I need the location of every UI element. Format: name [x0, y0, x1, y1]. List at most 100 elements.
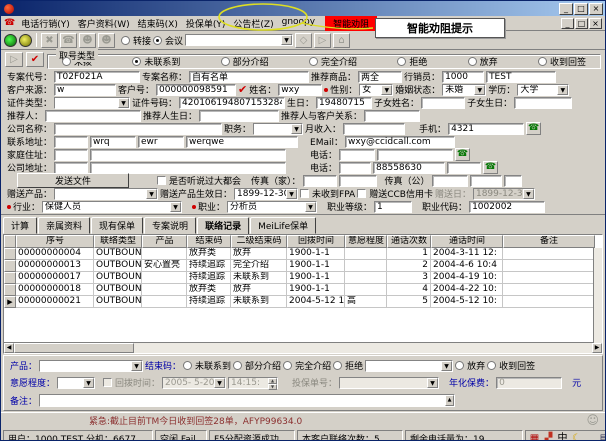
send-file-button[interactable]: 发送文件 [17, 173, 129, 188]
occupation-grade-input[interactable] [374, 201, 412, 213]
gift-effective-date-select[interactable]: 1899-12-30▼ [234, 188, 298, 200]
chevron-down-icon[interactable]: ▼ [557, 85, 568, 95]
chevron-down-icon[interactable]: ▼ [427, 378, 438, 388]
dial-type-radio-部分介绍[interactable]: 部分介绍 [221, 55, 269, 68]
monthly-income-input[interactable] [343, 123, 405, 135]
phone2-input[interactable] [373, 162, 445, 174]
contact-address-2-input[interactable] [90, 136, 136, 148]
conference-radio[interactable]: 会议 [153, 34, 183, 47]
row-selector[interactable] [4, 284, 16, 296]
fax-home-area-input[interactable] [303, 175, 337, 187]
result-full-intro-radio[interactable]: 完全介绍 [283, 359, 331, 372]
phone1-input[interactable] [377, 149, 453, 161]
table-row[interactable]: 00000000013OUTBOUND安心置亮持续追踪完全介绍1900-1-12… [4, 260, 602, 272]
dial-mobile-button[interactable]: ☎ [526, 122, 541, 135]
mdi-restore-button[interactable]: □ [575, 18, 588, 29]
customer-no-input[interactable] [156, 84, 236, 96]
chevron-down-icon[interactable]: ▼ [523, 189, 534, 199]
menu-item-投保单Y[interactable]: 投保单(Y) [182, 16, 230, 31]
gift-date-select[interactable]: 1899-12-30▼ [473, 188, 535, 200]
dial-next-icon[interactable]: ▷ [5, 52, 23, 67]
fpa-not-received-checkbox[interactable]: 未收到FPA [300, 187, 355, 200]
contact-address-3-input[interactable] [138, 136, 184, 148]
tab-联络记录[interactable]: 联络记录 [197, 217, 249, 235]
phone1-area-input[interactable] [339, 149, 375, 161]
remark-textarea[interactable]: ▲ [39, 394, 455, 407]
tray-app-icon[interactable]: ▞ [542, 432, 555, 441]
tray-ime-chinese-icon[interactable]: 中 [556, 432, 569, 441]
grid-col-回拨时间[interactable]: 回拨时间 [287, 235, 345, 248]
contact-address-4-input[interactable] [186, 136, 298, 148]
recommend-product-input[interactable] [358, 71, 402, 83]
dial-type-radio-未联系到[interactable]: 未联系到 [132, 55, 180, 68]
chevron-down-icon[interactable]: ▼ [131, 361, 142, 371]
id-number-input[interactable] [179, 97, 285, 109]
tab-亲属资料[interactable]: 亲属资料 [38, 217, 90, 234]
forward-icon[interactable]: ▷ [314, 33, 331, 48]
chevron-down-icon[interactable]: ▼ [305, 202, 316, 212]
tray-moon-icon[interactable]: ☾ [570, 432, 583, 441]
mobile-input[interactable] [448, 123, 524, 135]
menu-item-gnoopy[interactable]: gnoopy [278, 16, 319, 31]
gift-product-select[interactable]: ▼ [54, 188, 158, 200]
grid-vertical-scrollbar[interactable] [593, 248, 602, 343]
transfer-out-icon[interactable]: ◇ [295, 33, 312, 48]
case-code-input[interactable] [54, 71, 140, 83]
birthday-input[interactable] [316, 97, 372, 109]
table-row[interactable]: ▶00000000021OUTBOUND持续追踪未联系到2004-5-12 1(… [4, 296, 602, 308]
result-not-reached-radio[interactable]: 未联系到 [183, 359, 231, 372]
ccb-card-checkbox[interactable]: 赠送CCB信用卡 [357, 187, 433, 200]
education-select[interactable]: 大学▼ [517, 84, 569, 96]
phone2-ext-input[interactable] [447, 162, 481, 174]
tray-pen-icon[interactable]: ˏ [584, 432, 597, 441]
fax-office-input[interactable] [470, 175, 502, 187]
callback-time-checkbox[interactable]: 回拨时间： [103, 376, 160, 389]
home-address-1-input[interactable] [54, 149, 88, 161]
dial-type-radio-放弃[interactable]: 放弃 [468, 55, 498, 68]
result-partial-intro-radio[interactable]: 部分介绍 [233, 359, 281, 372]
case-name-input[interactable] [189, 71, 309, 83]
spin-down-icon[interactable]: ▼ [268, 384, 277, 390]
result-product-select[interactable]: ▼ [39, 360, 143, 372]
chevron-down-icon[interactable]: ▼ [291, 124, 302, 134]
child-birthday-input[interactable] [514, 97, 572, 109]
transfer-radio[interactable]: 转接 [121, 34, 151, 47]
office-address-2-input[interactable] [90, 162, 286, 174]
gender-select[interactable]: 女▼ [359, 84, 393, 96]
tab-MeiLife保单[interactable]: MeiLife保单 [250, 217, 316, 234]
menu-item-电话行销Y[interactable]: 电话行销(Y) [17, 16, 74, 31]
dial-type-radio-收到回签[interactable]: 收到回签 [538, 55, 586, 68]
dial-phone1-button[interactable]: ☎ [455, 148, 470, 161]
contact-address-1-input[interactable] [54, 136, 88, 148]
line-hold-icon[interactable] [19, 34, 32, 47]
fax-home-input[interactable] [339, 175, 377, 187]
id-type-select[interactable]: ▼ [54, 97, 130, 109]
menu-item-结束码X[interactable]: 结束码(X) [134, 16, 182, 31]
result-refuse-radio[interactable]: 拒绝 [333, 359, 363, 372]
row-selector[interactable] [4, 272, 16, 284]
dial-type-radio-完全介绍[interactable]: 完全介绍 [309, 55, 357, 68]
mdi-close-button[interactable]: × [589, 18, 602, 29]
chevron-down-icon[interactable]: ▼ [170, 202, 181, 212]
chevron-down-icon[interactable]: ▼ [441, 361, 452, 371]
grid-col-意愿程度[interactable]: 意愿程度 [345, 235, 387, 248]
home-address-2-input[interactable] [90, 149, 286, 161]
chevron-down-icon[interactable]: ▼ [474, 85, 485, 95]
chevron-down-icon[interactable]: ▼ [146, 189, 157, 199]
telemarketer-name-input[interactable] [486, 71, 556, 83]
minimize-button[interactable]: _ [559, 3, 573, 15]
tray-keyboard-icon[interactable]: ▤ [598, 432, 606, 441]
spinner-buttons[interactable]: ▲▼ [268, 378, 277, 388]
email-input[interactable] [345, 136, 455, 148]
row-selector[interactable] [4, 260, 16, 272]
phone2-area-input[interactable] [339, 162, 371, 174]
willingness-select[interactable]: ▼ [57, 377, 95, 389]
grid-col-产品[interactable]: 产品 [142, 235, 187, 248]
hangup-icon[interactable]: ✖ [41, 33, 58, 48]
callback-date-select[interactable]: 2005- 5-20▼ [162, 377, 226, 389]
fax-office-ext-input[interactable] [504, 175, 522, 187]
chevron-down-icon[interactable]: ▼ [214, 378, 225, 388]
office-address-1-input[interactable] [54, 162, 88, 174]
result-giveup-radio[interactable]: 放弃 [455, 359, 485, 372]
annual-premium-input[interactable] [496, 377, 562, 389]
